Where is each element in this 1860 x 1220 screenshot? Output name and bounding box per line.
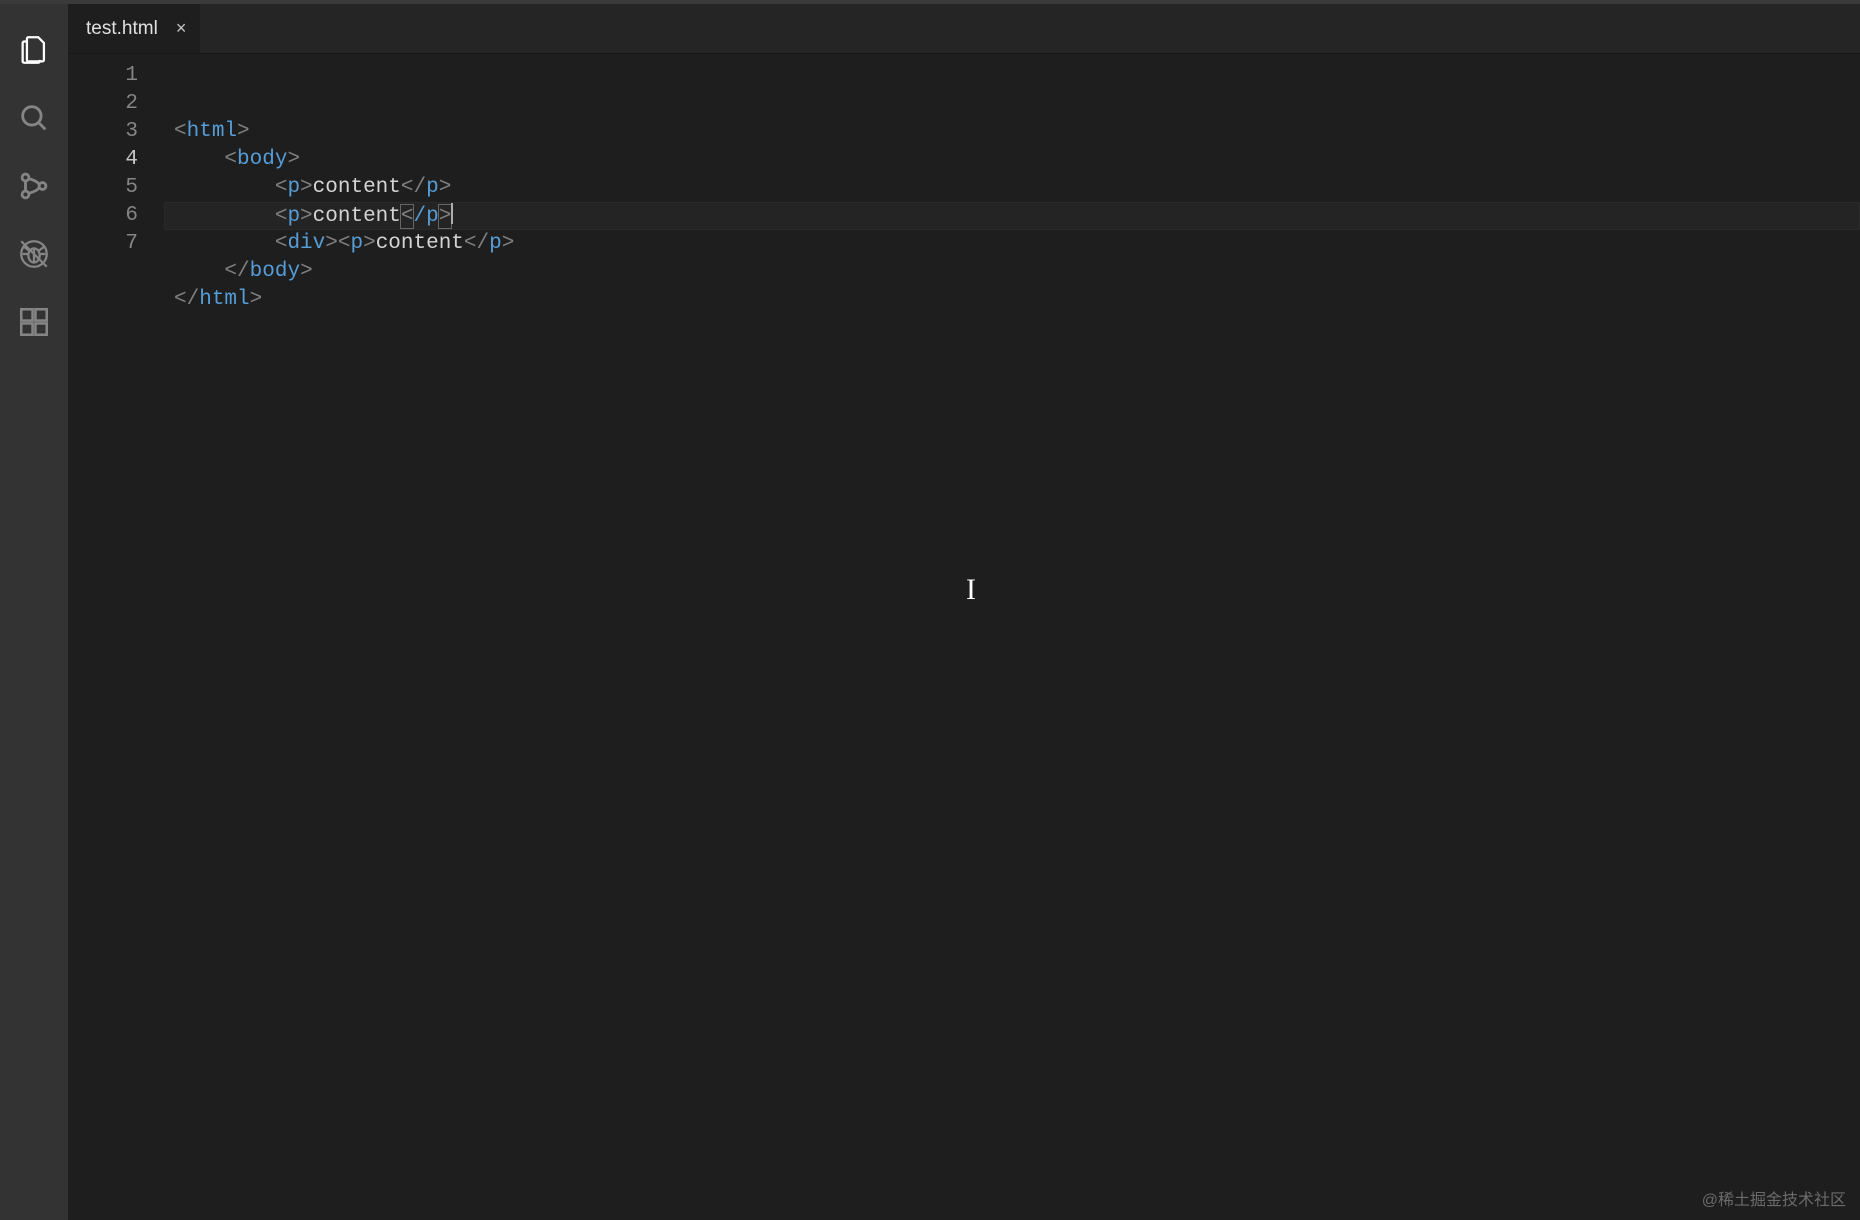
watermark-text: @稀土掘金技术社区 xyxy=(1702,1186,1846,1210)
tab-label: test.html xyxy=(86,18,158,40)
token-text: content xyxy=(376,232,464,255)
token-bracket: </ xyxy=(464,232,489,255)
debug-icon[interactable] xyxy=(0,220,68,288)
token-bracket: </ xyxy=(174,288,199,311)
code-content[interactable]: <html> <body> <p>content</p> <p>content<… xyxy=(164,54,1860,1220)
code-line[interactable]: <p>content</p> xyxy=(164,174,1860,202)
token-text: content xyxy=(313,205,401,228)
token-text: content xyxy=(313,176,401,199)
code-line[interactable]: <p>content</p> xyxy=(164,202,1860,230)
text-cursor-ibeam: I xyxy=(966,576,976,604)
tab-bar: test.html × xyxy=(68,4,1860,54)
token-bracket: > xyxy=(287,148,300,171)
code-line[interactable]: </html> xyxy=(164,286,1860,314)
token-bracket: > xyxy=(438,204,453,229)
extensions-icon[interactable] xyxy=(0,288,68,356)
token-bracket: > xyxy=(439,176,452,199)
main-layout: test.html × 1234567 <html> <body> <p>con… xyxy=(0,4,1860,1220)
token-tag: p xyxy=(350,232,363,255)
line-number: 2 xyxy=(68,90,138,118)
line-number: 3 xyxy=(68,118,138,146)
token-bracket: > xyxy=(363,232,376,255)
token-bracket: > xyxy=(300,260,313,283)
token-bracket: > xyxy=(300,176,313,199)
tab-test-html[interactable]: test.html × xyxy=(68,4,200,53)
token-bracket: < xyxy=(174,120,187,143)
files-icon[interactable] xyxy=(0,16,68,84)
token-tag: html xyxy=(187,120,237,143)
token-bracket: </ xyxy=(401,176,426,199)
token-tag: body xyxy=(237,148,287,171)
token-bracket: < xyxy=(275,232,288,255)
line-number: 5 xyxy=(68,174,138,202)
line-number-gutter: 1234567 xyxy=(68,54,164,1220)
token-tag: html xyxy=(199,288,249,311)
line-number: 7 xyxy=(68,230,138,258)
token-tag: p xyxy=(287,176,300,199)
token-bracket: < xyxy=(275,205,288,228)
token-bracket: > xyxy=(300,205,313,228)
token-bracket: < xyxy=(224,148,237,171)
text-caret xyxy=(451,202,453,224)
search-icon[interactable] xyxy=(0,84,68,152)
code-line[interactable]: <div><p>content</p> xyxy=(164,230,1860,258)
editor-group: test.html × 1234567 <html> <body> <p>con… xyxy=(68,4,1860,1220)
token-bracket: > xyxy=(250,288,263,311)
activity-bar xyxy=(0,4,68,1220)
token-bracket: > xyxy=(237,120,250,143)
token-bracket: > xyxy=(325,232,338,255)
token-tag: p xyxy=(426,176,439,199)
token-bracket: < xyxy=(275,176,288,199)
token-tag: body xyxy=(250,260,300,283)
token-bracket: < xyxy=(338,232,351,255)
code-line[interactable]: <body> xyxy=(164,146,1860,174)
code-line[interactable]: <html> xyxy=(164,118,1860,146)
line-number: 4 xyxy=(68,146,138,174)
token-tag: /p xyxy=(413,205,438,228)
code-editor[interactable]: 1234567 <html> <body> <p>content</p> <p>… xyxy=(68,54,1860,1220)
token-bracket: > xyxy=(502,232,515,255)
token-bracket: </ xyxy=(224,260,249,283)
code-line[interactable]: </body> xyxy=(164,258,1860,286)
line-number: 6 xyxy=(68,202,138,230)
token-tag: p xyxy=(287,205,300,228)
close-icon[interactable]: × xyxy=(176,18,187,39)
source-control-icon[interactable] xyxy=(0,152,68,220)
line-number: 1 xyxy=(68,62,138,90)
token-tag: p xyxy=(489,232,502,255)
token-tag: div xyxy=(287,232,325,255)
